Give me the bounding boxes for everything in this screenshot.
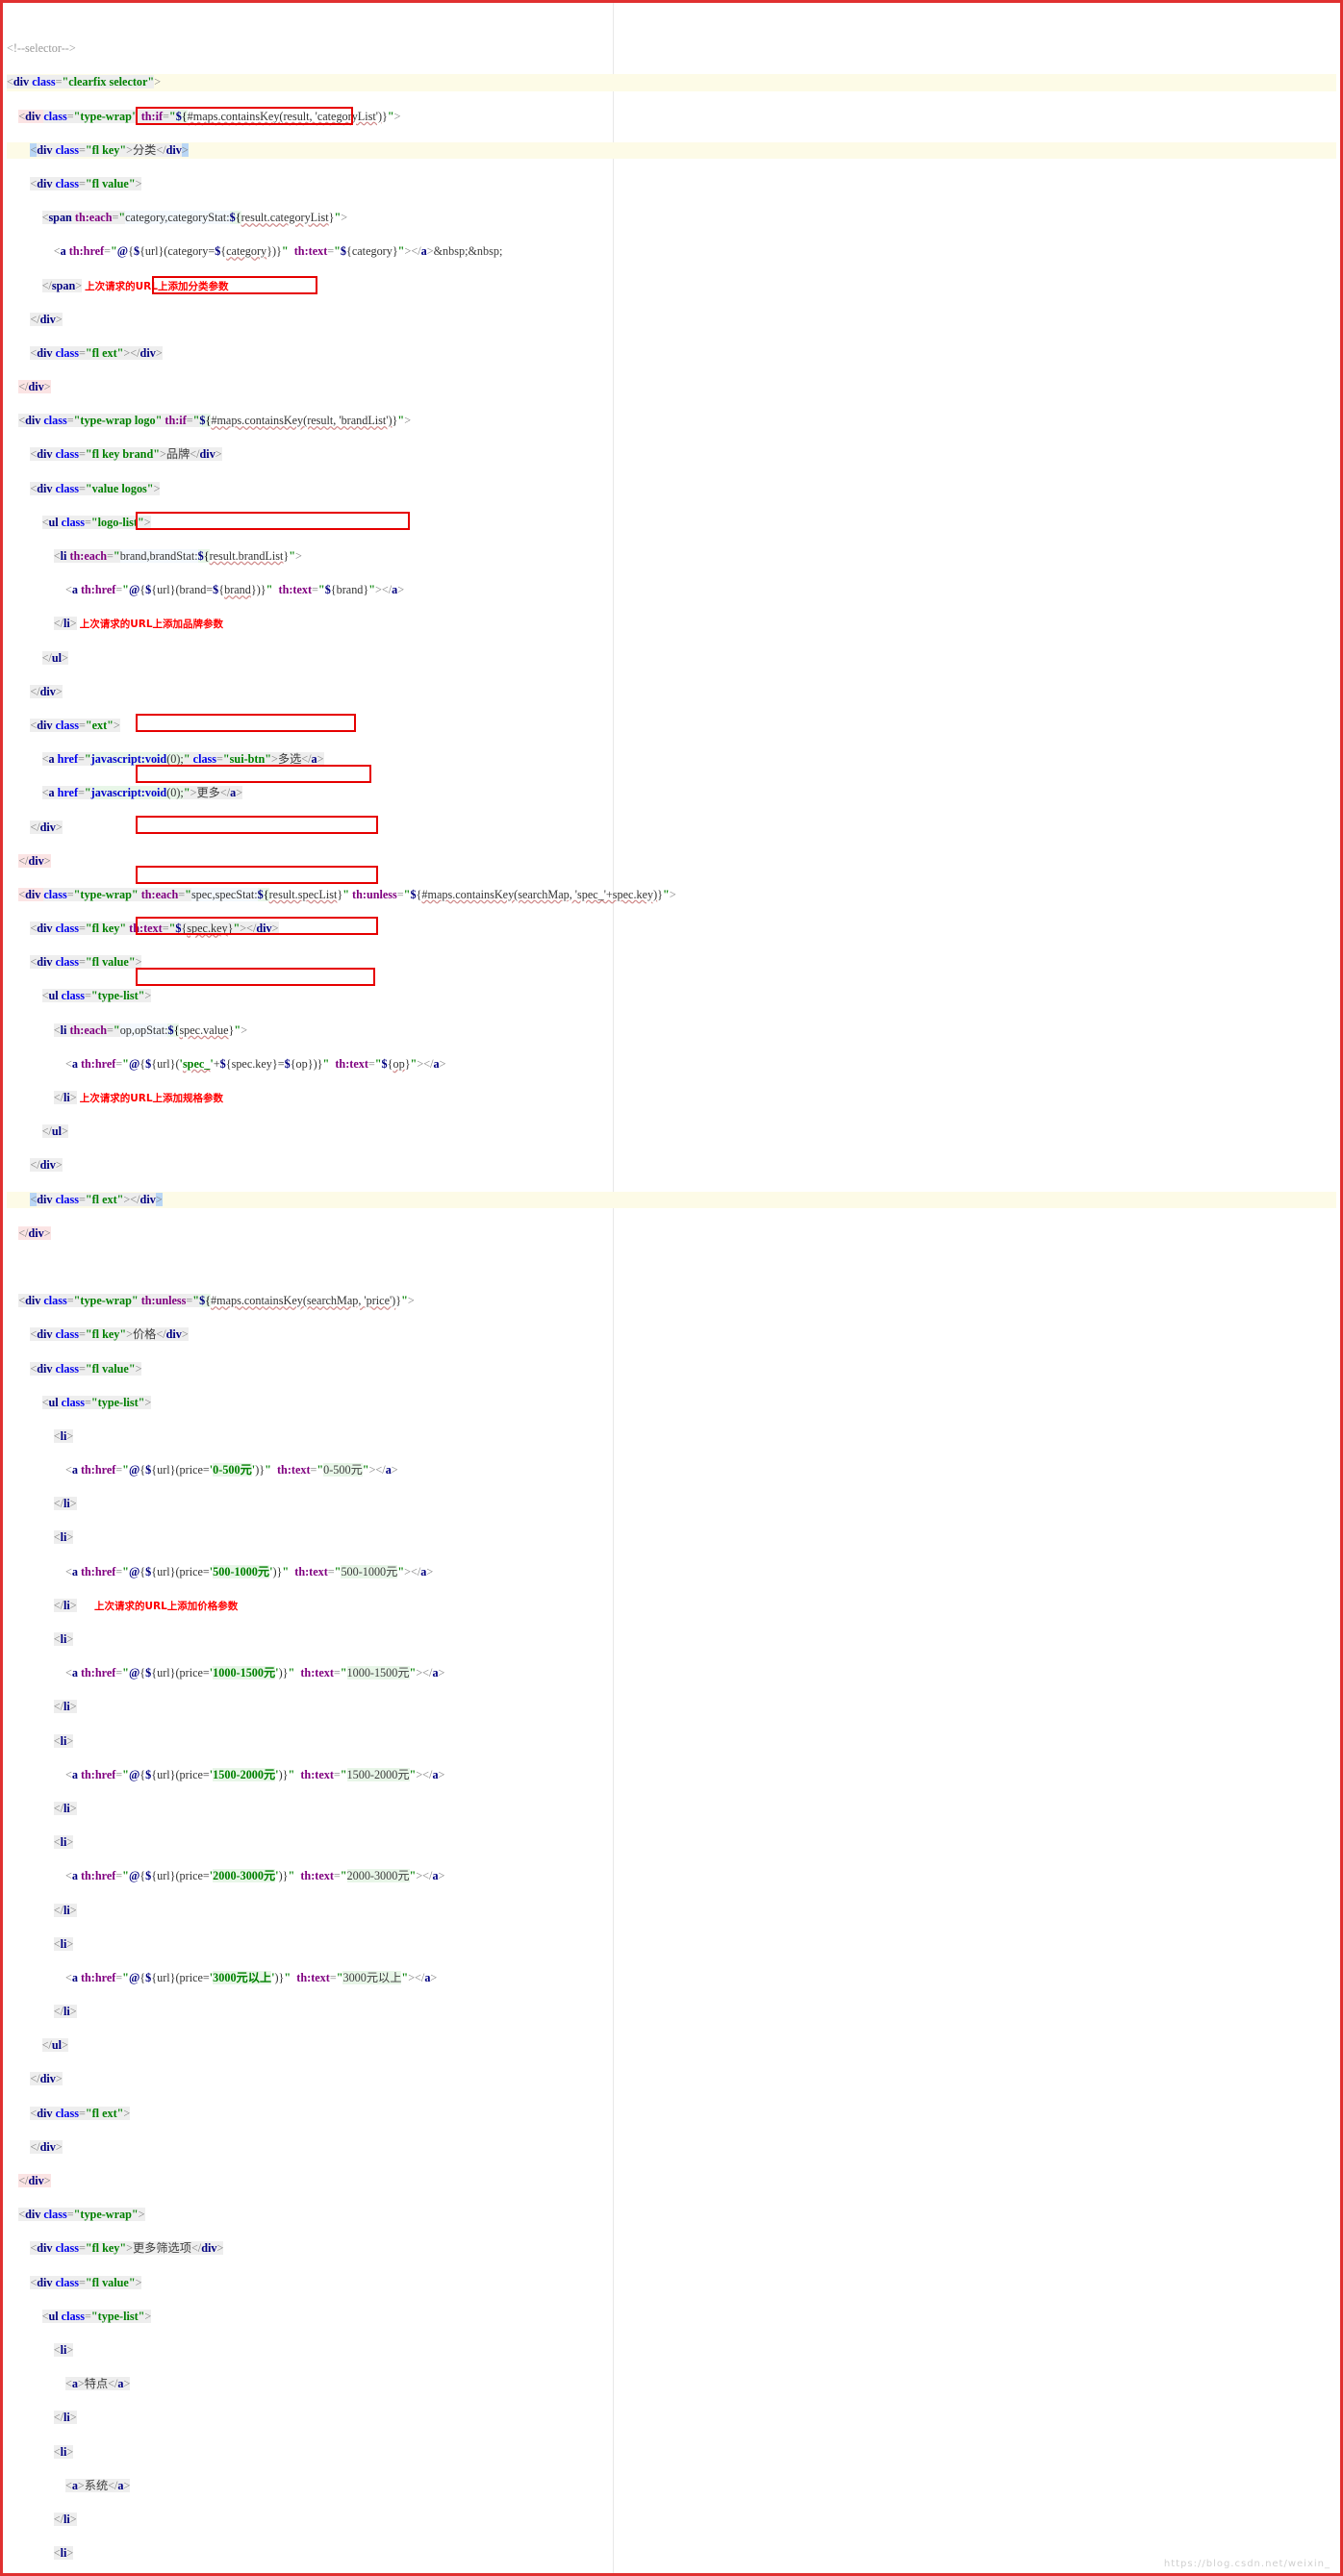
code-line: <div class="fl key brand">品牌</div> — [30, 447, 222, 462]
code-line: <div class="fl value"> — [30, 2275, 142, 2289]
code-line: </div> — [18, 380, 51, 394]
price-value: 3000元以上 — [213, 1970, 272, 1984]
code-line: </li> — [53, 1801, 77, 1815]
code-line: <li> — [53, 1428, 74, 1443]
code-line: <li> — [53, 1733, 74, 1748]
code-line: <li> — [53, 2546, 74, 2561]
code-line: </ul> — [41, 2038, 68, 2053]
code-line: <a href="javascript:void(0);">更多</a> — [41, 786, 243, 800]
code-line: </li> — [53, 1903, 77, 1917]
watermark: https://blog.csdn.net/weixin_ — [1163, 2559, 1330, 2569]
code-line: <ul class="type-list"> — [41, 989, 152, 1003]
code-line: <li> — [53, 1632, 74, 1646]
code-line: <div class="type-wrap" th:each="spec,spe… — [18, 887, 676, 901]
code-line: <a th:href="@{${url}(price='1500-2000元')… — [64, 1767, 445, 1781]
code-line: <ul class="type-list"> — [41, 2309, 152, 2323]
code-line: <div class="fl ext"></div> — [7, 1191, 1336, 1209]
code-line: <div class="type-wrap" th:if="${#maps.co… — [18, 109, 401, 123]
code-line: </li> — [53, 1497, 77, 1511]
code-line: <ul class="type-list"> — [41, 1395, 152, 1409]
code-line: <div class="fl key">价格</div> — [30, 1327, 189, 1342]
price-text: 1500-2000元 — [346, 1767, 410, 1781]
code-line: </li> 上次请求的URL上添加价格参数 — [53, 1598, 239, 1612]
code-line: <li> — [53, 1530, 74, 1545]
html-comment: <!--selector--> — [7, 41, 76, 56]
code-line: </div> — [18, 2174, 51, 2187]
code-line: </li> 上次请求的URL上添加规格参数 — [53, 1091, 224, 1104]
code-line: <div class="value logos"> — [30, 481, 161, 495]
code-line: <li th:each="brand,brandStat:${result.br… — [53, 549, 302, 563]
price-value: 1000-1500元 — [213, 1666, 276, 1680]
code-line: <a th:href="@{${url}(category=${category… — [53, 244, 503, 259]
code-line: </li> — [53, 1700, 77, 1714]
code-line: <a th:href="@{${url}(price='2000-3000元')… — [64, 1869, 445, 1883]
code-line: <a>系统</a> — [64, 2478, 131, 2492]
code-line: <div class="fl key">更多筛选项</div> — [30, 2241, 224, 2256]
code-line: <div class="fl key">分类</div> — [7, 141, 1336, 160]
code-content[interactable]: <!--selector--> <div class="clearfix sel… — [7, 7, 1336, 2573]
price-value: 1500-2000元 — [213, 1767, 276, 1781]
code-line: <a href="javascript:void(0);" class="sui… — [41, 752, 324, 767]
code-line: <div class="type-wrap"> — [18, 2208, 145, 2222]
annotation-spec: 上次请求的URL上添加规格参数 — [79, 1093, 224, 1104]
code-line: <li> — [53, 1835, 74, 1850]
code-line: <div class="clearfix selector"> — [7, 74, 1336, 91]
code-line: </div> — [30, 312, 63, 326]
price-value: 500-1000元 — [213, 1564, 270, 1578]
code-line: </li> — [53, 2005, 77, 2019]
code-line: </span> 上次请求的URL上添加分类参数 — [41, 278, 229, 292]
code-line: </div> — [30, 684, 63, 698]
code-line: <span th:each="category,categoryStat:${r… — [41, 211, 348, 225]
price-text: 2000-3000元 — [346, 1869, 410, 1883]
code-line: </div> — [30, 2139, 63, 2154]
price-value: 2000-3000元 — [213, 1869, 276, 1883]
code-line: <a th:href="@{${url}(price='1000-1500元')… — [64, 1666, 445, 1680]
code-line: </ul> — [41, 650, 68, 665]
annotation-brand: 上次请求的URL上添加品牌参数 — [79, 619, 224, 631]
code-line: </li> — [53, 2411, 77, 2425]
code-line: <div class="fl ext"></div> — [30, 345, 163, 360]
code-line: </li> — [53, 2512, 77, 2526]
price-text: 0-500元 — [323, 1463, 363, 1477]
code-line: </div> — [30, 820, 63, 834]
code-line: </div> — [18, 853, 51, 868]
code-line: <a th:href="@{${url}(price='3000元以上')}" … — [64, 1970, 438, 1984]
price-text: 500-1000元 — [341, 1564, 398, 1578]
code-line: <a>特点</a> — [64, 2377, 131, 2391]
label-system: 系统 — [84, 2478, 109, 2492]
code-line: <li> — [53, 2444, 74, 2459]
code-line: <a th:href="@{${url}('spec_'+${spec.key}… — [64, 1056, 446, 1071]
label-feature: 特点 — [84, 2377, 109, 2391]
code-line: <a th:href="@{${url}(brand=${brand})}" t… — [64, 583, 405, 597]
annotation-category: 上次请求的URL上添加分类参数 — [85, 280, 229, 292]
code-line: </div> — [30, 1158, 63, 1173]
code-line: <div class="type-wrap" th:unless="${#map… — [18, 1294, 415, 1308]
code-line: <div class="fl key" th:text="${spec.key}… — [30, 922, 279, 936]
annotation-price: 上次请求的URL上添加价格参数 — [93, 1600, 239, 1612]
code-line: </div> — [18, 1225, 51, 1240]
code-line: <div class="type-wrap logo" th:if="${#ma… — [18, 414, 412, 428]
code-line: </div> — [30, 2072, 63, 2086]
code-line: <div class="fl value"> — [30, 955, 142, 970]
price-text: 3000元以上 — [342, 1970, 402, 1984]
code-line: </li> 上次请求的URL上添加品牌参数 — [53, 617, 224, 631]
code-line: <a th:href="@{${url}(price='500-1000元')}… — [64, 1564, 434, 1578]
price-value: 0-500元 — [213, 1463, 252, 1477]
code-line: <div class="fl value"> — [30, 176, 142, 190]
code-line: <li th:each="op,opStat:${spec.value}"> — [53, 1023, 248, 1037]
code-line: <!--selector--> — [7, 40, 1336, 58]
code-line: <a th:href="@{${url}(price='0-500元')}" t… — [64, 1463, 398, 1477]
code-line: <ul class="logo-list"> — [41, 515, 151, 529]
code-line: </ul> — [41, 1124, 68, 1139]
code-editor-window[interactable]: <!--selector--> <div class="clearfix sel… — [0, 0, 1343, 2576]
code-line: <div class="fl ext"> — [30, 2106, 131, 2120]
code-line: <li> — [53, 1936, 74, 1951]
price-text: 1000-1500元 — [346, 1666, 410, 1680]
code-line: <li> — [53, 2342, 74, 2357]
label-more-filter: 更多筛选项 — [133, 2241, 191, 2256]
code-line: <div class="ext"> — [30, 718, 120, 732]
code-line: <div class="fl value"> — [30, 1361, 142, 1376]
